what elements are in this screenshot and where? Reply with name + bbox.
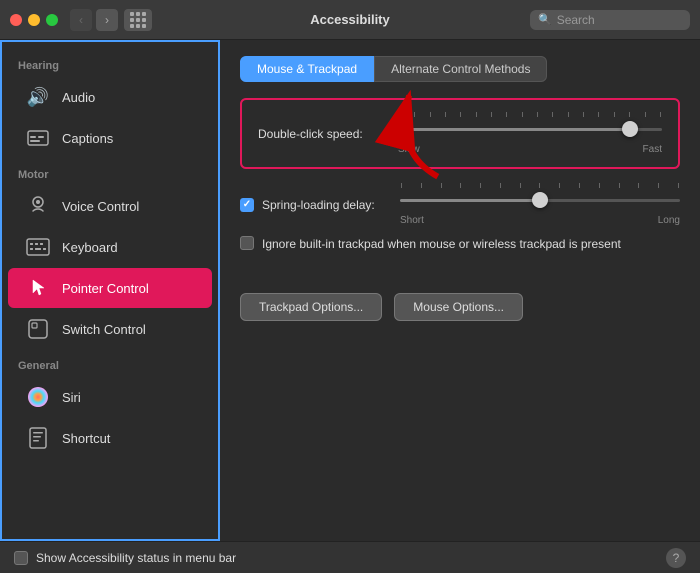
tab-alternate-control[interactable]: Alternate Control Methods	[374, 56, 547, 82]
window-title: Accessibility	[310, 12, 390, 27]
siri-icon	[24, 383, 52, 411]
sidebar-label-switch-control: Switch Control	[62, 322, 146, 337]
sidebar-label-siri: Siri	[62, 390, 81, 405]
shortcut-icon	[24, 424, 52, 452]
sidebar-section-hearing: Hearing	[2, 50, 218, 76]
sidebar-label-pointer-control: Pointer Control	[62, 281, 149, 296]
audio-icon: 🔊	[24, 83, 52, 111]
search-icon: 🔍	[538, 13, 552, 26]
mouse-options-button[interactable]: Mouse Options...	[394, 293, 523, 321]
sidebar-section-general: General	[2, 350, 218, 376]
slow-label: Slow	[398, 144, 420, 155]
ignore-trackpad-checkbox[interactable]	[240, 236, 254, 250]
status-bar-label: Show Accessibility status in menu bar	[36, 551, 236, 565]
content-area: Mouse & Trackpad Alternate Control Metho…	[220, 40, 700, 541]
traffic-lights	[10, 14, 58, 26]
sidebar-item-shortcut[interactable]: Shortcut	[8, 418, 212, 458]
sidebar-label-voice-control: Voice Control	[62, 199, 139, 214]
sidebar-item-siri[interactable]: Siri	[8, 377, 212, 417]
sidebar-item-audio[interactable]: 🔊 Audio	[8, 77, 212, 117]
slider-labels: Slow Fast	[398, 144, 662, 155]
close-button[interactable]	[10, 14, 22, 26]
switch-control-icon	[24, 315, 52, 343]
forward-button[interactable]: ›	[96, 9, 118, 31]
double-click-slider[interactable]	[398, 117, 662, 141]
sidebar-item-voice-control[interactable]: Voice Control	[8, 186, 212, 226]
grid-view-button[interactable]	[124, 9, 152, 31]
sidebar-label-keyboard: Keyboard	[62, 240, 118, 255]
titlebar: ‹ › Accessibility 🔍 Search	[0, 0, 700, 40]
bottom-bar: Show Accessibility status in menu bar ?	[0, 541, 700, 573]
sidebar-item-keyboard[interactable]: Keyboard	[8, 227, 212, 267]
sidebar-label-captions: Captions	[62, 131, 113, 146]
captions-icon	[24, 124, 52, 152]
double-click-section: Double-click speed:	[240, 98, 680, 169]
ignore-trackpad-row: Ignore built-in trackpad when mouse or w…	[240, 236, 680, 253]
tabs: Mouse & Trackpad Alternate Control Metho…	[240, 56, 680, 82]
sidebar-item-switch-control[interactable]: Switch Control	[8, 309, 212, 349]
pointer-control-icon	[24, 274, 52, 302]
maximize-button[interactable]	[46, 14, 58, 26]
bottom-checkbox-row: Show Accessibility status in menu bar	[14, 551, 236, 565]
voice-control-icon	[24, 192, 52, 220]
sidebar-item-captions[interactable]: Captions	[8, 118, 212, 158]
sidebar: Hearing 🔊 Audio Captions Motor	[0, 40, 220, 541]
trackpad-options-button[interactable]: Trackpad Options...	[240, 293, 382, 321]
search-bar[interactable]: 🔍 Search	[530, 10, 690, 30]
fast-label: Fast	[643, 144, 662, 155]
long-label: Long	[658, 215, 680, 226]
status-bar-checkbox[interactable]	[14, 551, 28, 565]
search-placeholder: Search	[557, 13, 595, 27]
spring-loading-slider-container: Short Long	[400, 183, 680, 226]
grid-icon	[130, 12, 146, 28]
sidebar-section-motor: Motor	[2, 159, 218, 185]
slider-thumb[interactable]	[622, 121, 638, 137]
slider-track	[398, 128, 662, 131]
help-button[interactable]: ?	[666, 548, 686, 568]
tab-mouse-trackpad[interactable]: Mouse & Trackpad	[240, 56, 374, 82]
short-label: Short	[400, 215, 424, 226]
spring-loading-slider[interactable]	[400, 188, 680, 212]
spring-slider-labels: Short Long	[400, 215, 680, 226]
main-layout: Hearing 🔊 Audio Captions Motor	[0, 40, 700, 541]
sidebar-label-audio: Audio	[62, 90, 95, 105]
double-click-row: Double-click speed:	[258, 112, 662, 155]
sidebar-item-pointer-control[interactable]: Pointer Control	[8, 268, 212, 308]
double-click-label: Double-click speed:	[258, 127, 388, 141]
sidebar-label-shortcut: Shortcut	[62, 431, 110, 446]
spring-loading-checkbox[interactable]: ✓	[240, 198, 254, 212]
nav-buttons: ‹ ›	[70, 9, 118, 31]
checkmark-icon: ✓	[243, 199, 251, 210]
back-button[interactable]: ‹	[70, 9, 92, 31]
spring-loading-label: Spring-loading delay:	[262, 198, 392, 212]
button-row: Trackpad Options... Mouse Options...	[240, 293, 680, 321]
spring-slider-track	[400, 199, 680, 202]
minimize-button[interactable]	[28, 14, 40, 26]
keyboard-icon	[24, 233, 52, 261]
ignore-trackpad-label: Ignore built-in trackpad when mouse or w…	[262, 236, 621, 253]
spring-slider-thumb[interactable]	[532, 192, 548, 208]
double-click-slider-container: Slow Fast	[398, 112, 662, 155]
spring-loading-row: ✓ Spring-loading delay: Short	[240, 183, 680, 226]
